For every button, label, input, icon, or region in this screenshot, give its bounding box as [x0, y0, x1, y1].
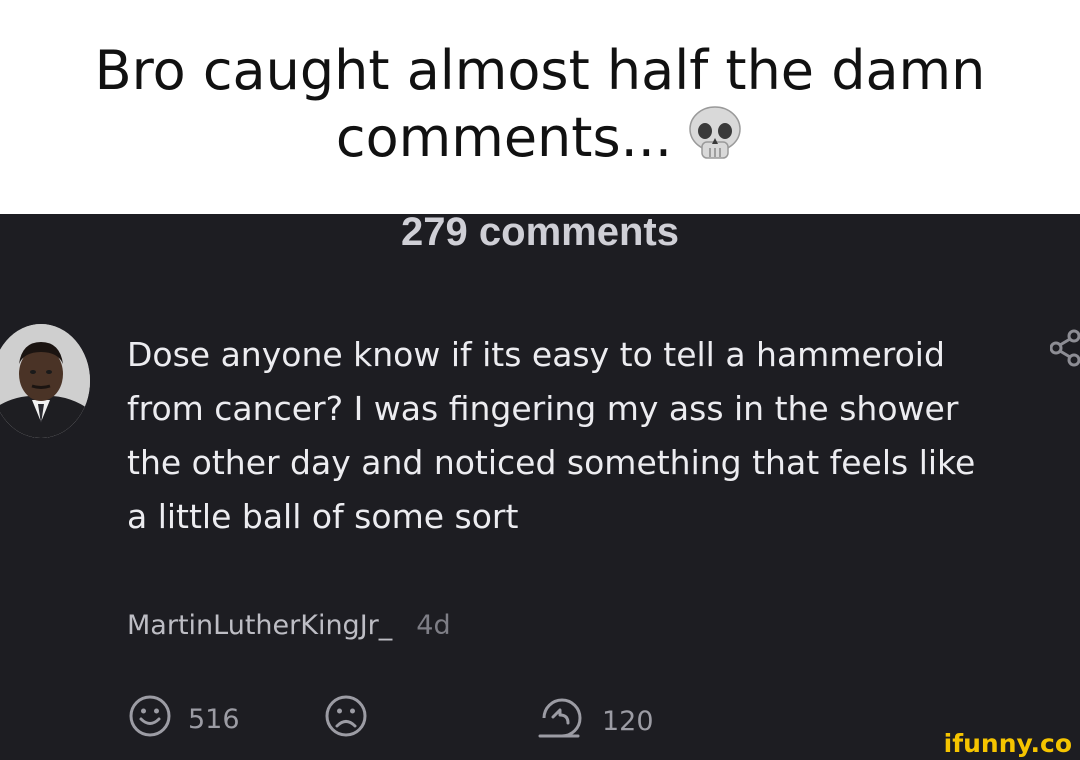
comment-count-header: 279 comments: [401, 214, 679, 254]
reply-icon[interactable]: [538, 694, 586, 749]
comment-meta: MartinLutherKingJr_ 4d: [127, 610, 451, 641]
share-icon[interactable]: [1049, 328, 1080, 373]
comment-username[interactable]: MartinLutherKingJr_: [127, 610, 392, 641]
caption-line-2-text: comments...: [335, 106, 673, 169]
frown-icon[interactable]: [324, 694, 368, 745]
ifunny-watermark: ifunny.co: [943, 729, 1072, 758]
reply-count: 120: [602, 706, 654, 737]
like-action[interactable]: 516: [128, 694, 240, 745]
comment-actions: 516 120: [0, 694, 1080, 738]
caption-line-2: comments...: [0, 104, 1080, 177]
comment-age: 4d: [416, 610, 451, 641]
like-count: 516: [188, 704, 240, 735]
reply-action[interactable]: 120: [538, 694, 654, 749]
caption-line-1: Bro caught almost half the damn: [94, 39, 986, 102]
dislike-action[interactable]: [324, 694, 368, 745]
user-avatar[interactable]: [0, 324, 90, 438]
smile-icon[interactable]: [128, 694, 172, 745]
comments-panel: 279 comments Dose anyone know if its eas…: [0, 214, 1080, 760]
skull-emoji-icon: [686, 104, 744, 177]
comment-text: Dose anyone know if its easy to tell a h…: [127, 335, 976, 536]
meme-caption: Bro caught almost half the damn comments…: [0, 0, 1080, 214]
